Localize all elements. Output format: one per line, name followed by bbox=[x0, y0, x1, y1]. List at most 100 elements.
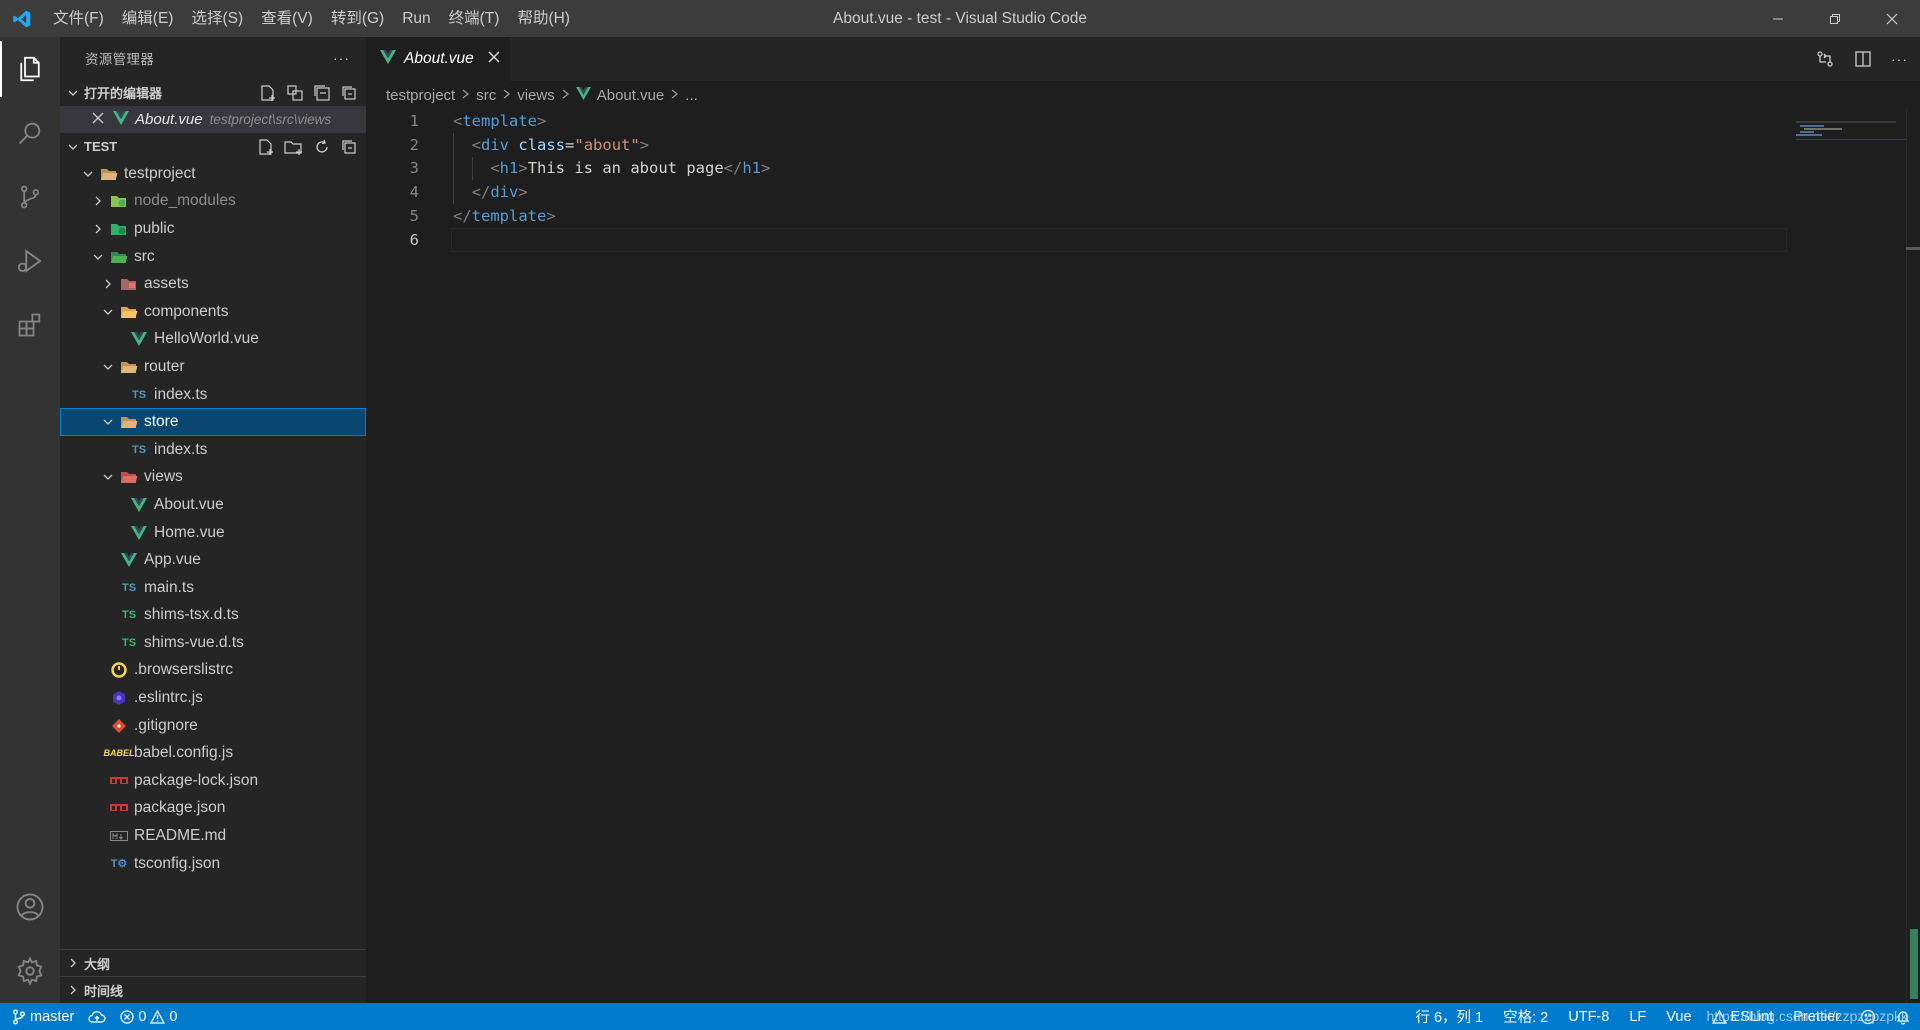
close-window-button[interactable] bbox=[1863, 0, 1920, 37]
code-editor[interactable]: 1 <template> 2 <div class="about"> 3 <h1>Th… bbox=[366, 109, 1920, 252]
settings-gear-icon[interactable] bbox=[0, 939, 60, 1003]
explorer-icon[interactable] bbox=[0, 37, 60, 101]
vertical-scrollbar[interactable] bbox=[1906, 109, 1920, 1003]
cursor-position[interactable]: 行 6，列 1 bbox=[1415, 1006, 1483, 1027]
typescript-file-icon: TS bbox=[121, 581, 137, 594]
open-changes-icon[interactable] bbox=[1815, 49, 1835, 69]
save-all-icon[interactable] bbox=[286, 84, 304, 102]
tree-folder[interactable]: src bbox=[60, 243, 366, 271]
file-tree: testproject node_modules public src assets co… bbox=[60, 160, 366, 877]
menu-item[interactable]: Run bbox=[393, 0, 439, 37]
split-editor-icon[interactable] bbox=[1853, 49, 1873, 69]
tree-file[interactable]: package.json bbox=[60, 795, 366, 823]
code-line[interactable]: 4 </div> bbox=[366, 180, 1920, 204]
language-mode[interactable]: Vue bbox=[1666, 1009, 1691, 1025]
search-icon[interactable] bbox=[0, 101, 60, 165]
tree-file[interactable]: HelloWorld.vue bbox=[60, 326, 366, 354]
close-icon[interactable] bbox=[92, 111, 104, 128]
tree-file[interactable]: README.md bbox=[60, 822, 366, 850]
close-all-icon[interactable] bbox=[340, 84, 358, 102]
code-line[interactable]: 1 <template> bbox=[366, 109, 1920, 133]
extensions-icon[interactable] bbox=[0, 293, 60, 357]
breadcrumb-item[interactable]: views bbox=[517, 87, 555, 104]
tree-file[interactable]: BABEL babel.config.js bbox=[60, 739, 366, 767]
tree-file[interactable]: TS shims-vue.d.ts bbox=[60, 629, 366, 657]
minimize-button[interactable] bbox=[1749, 0, 1806, 37]
tab-about-vue[interactable]: About.vue bbox=[366, 37, 510, 81]
menu-item[interactable]: 选择(S) bbox=[182, 0, 252, 37]
run-debug-icon[interactable] bbox=[0, 229, 60, 293]
more-actions-icon[interactable]: ··· bbox=[333, 50, 350, 66]
accounts-icon[interactable] bbox=[0, 875, 60, 939]
tree-file[interactable]: App.vue bbox=[60, 546, 366, 574]
toggle-vertical-icon[interactable] bbox=[313, 84, 331, 102]
editor-more-actions-icon[interactable]: ··· bbox=[1891, 51, 1908, 67]
timeline-section[interactable]: 时间线 bbox=[60, 976, 366, 1003]
tree-file[interactable]: T⚙ tsconfig.json bbox=[60, 850, 366, 878]
open-editor-item[interactable]: About.vue testproject\src\views bbox=[60, 106, 366, 133]
tree-folder[interactable]: testproject bbox=[60, 160, 366, 188]
tree-folder[interactable]: components bbox=[60, 298, 366, 326]
notifications-bell-icon[interactable] bbox=[1896, 1009, 1910, 1025]
menu-item[interactable]: 帮助(H) bbox=[508, 0, 579, 37]
breadcrumb-item[interactable]: src bbox=[476, 87, 496, 104]
tree-folder[interactable]: router bbox=[60, 353, 366, 381]
end-of-line[interactable]: LF bbox=[1629, 1009, 1646, 1025]
tree-file[interactable]: TS shims-tsx.d.ts bbox=[60, 602, 366, 630]
eslint-item[interactable]: ESLint bbox=[1711, 1009, 1773, 1025]
tree-folder[interactable]: store bbox=[60, 408, 366, 436]
code-line[interactable]: 3 <h1>This is an about page</h1> bbox=[366, 157, 1920, 181]
code-token: This is an about page bbox=[527, 159, 724, 178]
problems-item[interactable]: 0 0 bbox=[120, 1009, 177, 1025]
breadcrumb-item[interactable]: About.vue bbox=[597, 87, 665, 104]
open-editors-section[interactable]: 打开的编辑器 bbox=[60, 79, 366, 106]
tree-item-label: src bbox=[134, 247, 155, 265]
new-file-icon[interactable] bbox=[257, 138, 275, 156]
sync-item[interactable] bbox=[88, 1010, 106, 1024]
outline-section[interactable]: 大纲 bbox=[60, 949, 366, 976]
menu-item[interactable]: 文件(F) bbox=[44, 0, 113, 37]
menu-item[interactable]: 转到(G) bbox=[322, 0, 393, 37]
tree-file[interactable]: .eslintrc.js bbox=[60, 684, 366, 712]
code-line[interactable]: 5 </template> bbox=[366, 204, 1920, 228]
menu-item[interactable]: 编辑(E) bbox=[113, 0, 183, 37]
tree-file[interactable]: Home.vue bbox=[60, 519, 366, 547]
tree-folder[interactable]: assets bbox=[60, 270, 366, 298]
new-untitled-file-icon[interactable] bbox=[259, 84, 277, 102]
tree-file[interactable]: TS index.ts bbox=[60, 436, 366, 464]
indentation[interactable]: 空格: 2 bbox=[1503, 1006, 1548, 1027]
code-line[interactable]: 2 <div class="about"> bbox=[366, 133, 1920, 157]
code-token: div bbox=[490, 183, 519, 202]
vscode-logo-icon bbox=[0, 0, 44, 37]
code-line[interactable]: 6 bbox=[366, 227, 1920, 252]
source-control-icon[interactable] bbox=[0, 165, 60, 229]
tree-file[interactable]: TS main.ts bbox=[60, 574, 366, 602]
encoding[interactable]: UTF-8 bbox=[1568, 1009, 1609, 1025]
prettier-item[interactable]: Prettier bbox=[1793, 1009, 1840, 1025]
minimap[interactable] bbox=[1796, 109, 1906, 149]
tree-folder[interactable]: node_modules bbox=[60, 188, 366, 216]
collapse-all-icon[interactable] bbox=[340, 138, 358, 156]
menu-item[interactable]: 查看(V) bbox=[252, 0, 322, 37]
chevron-right-icon bbox=[502, 87, 511, 104]
restore-button[interactable] bbox=[1806, 0, 1863, 37]
tree-item-label: .eslintrc.js bbox=[134, 689, 203, 707]
tree-file[interactable]: About.vue bbox=[60, 491, 366, 519]
workspace-section[interactable]: TEST bbox=[60, 133, 366, 160]
refresh-icon[interactable] bbox=[313, 138, 331, 156]
breadcrumb-item[interactable]: ... bbox=[685, 87, 698, 104]
new-folder-icon[interactable] bbox=[284, 138, 304, 156]
title-bar: 文件(F) 编辑(E) 选择(S) 查看(V) 转到(G) Run 终端(T) 帮助(H) A… bbox=[0, 0, 1920, 37]
branch-item[interactable]: master bbox=[12, 1009, 74, 1025]
tree-file[interactable]: .browserslistrc bbox=[60, 657, 366, 685]
views-folder-icon bbox=[120, 468, 138, 486]
tree-file[interactable]: .gitignore bbox=[60, 712, 366, 740]
tree-file[interactable]: package-lock.json bbox=[60, 767, 366, 795]
tree-folder[interactable]: views bbox=[60, 464, 366, 492]
tree-file[interactable]: TS index.ts bbox=[60, 381, 366, 409]
close-tab-icon[interactable] bbox=[488, 50, 500, 68]
tree-folder[interactable]: public bbox=[60, 215, 366, 243]
menu-item[interactable]: 终端(T) bbox=[440, 0, 509, 37]
feedback-icon[interactable] bbox=[1860, 1009, 1876, 1025]
breadcrumb-item[interactable]: testproject bbox=[386, 87, 455, 104]
